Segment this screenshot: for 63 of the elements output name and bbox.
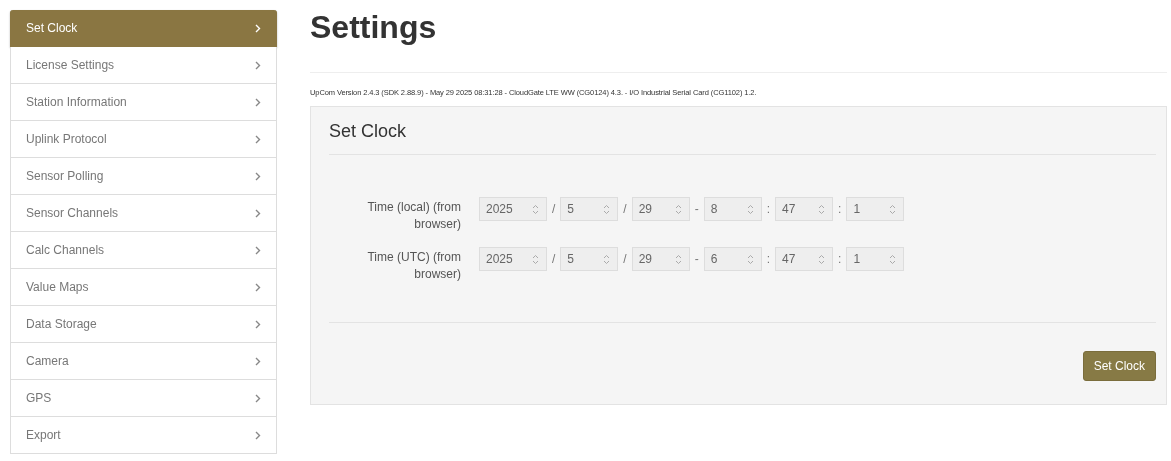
separator: :: [766, 252, 771, 266]
spinner-icon: [674, 204, 682, 215]
field-label: Time (UTC) (from browser): [366, 249, 461, 283]
chevron-right-icon: [255, 282, 261, 292]
page-title: Settings: [310, 10, 438, 47]
number-field[interactable]: 29: [631, 247, 690, 271]
number-field[interactable]: 2025: [479, 197, 547, 221]
chevron-right-icon: [255, 430, 261, 440]
separator: :: [838, 202, 842, 216]
chevron-right-icon: [255, 393, 261, 403]
separator: :: [766, 202, 771, 216]
spinner-icon: [818, 204, 826, 215]
spinner-icon: [603, 204, 611, 215]
chevron-right-icon: [255, 245, 261, 255]
number-field[interactable]: 1: [846, 247, 905, 271]
sidebar-item[interactable]: Sensor Channels: [10, 195, 277, 232]
chevron-right-icon: [255, 356, 261, 366]
sidebar-item[interactable]: Camera: [10, 343, 277, 380]
separator: /: [552, 202, 556, 216]
number-field[interactable]: 8: [703, 197, 762, 221]
sidebar-item[interactable]: Sensor Polling: [10, 158, 277, 195]
sidebar-item[interactable]: Set Clock: [10, 10, 277, 47]
sidebar-item[interactable]: Uplink Protocol: [10, 121, 277, 158]
number-field[interactable]: 47: [775, 247, 834, 271]
chevron-right-icon: [255, 134, 261, 144]
sidebar-item[interactable]: Data Storage: [10, 306, 277, 343]
spinner-icon: [889, 204, 897, 215]
separator: -: [694, 252, 699, 266]
spinner-icon: [889, 254, 897, 265]
separator: /: [623, 252, 627, 266]
set-clock-button[interactable]: Set Clock: [1082, 351, 1156, 381]
number-field[interactable]: 1: [846, 197, 905, 221]
number-field[interactable]: 5: [560, 247, 619, 271]
spinner-icon: [532, 204, 539, 215]
chevron-right-icon: [255, 23, 261, 33]
spinner-icon: [603, 254, 611, 265]
chevron-right-icon: [255, 97, 261, 107]
spinner-icon: [674, 254, 682, 265]
sidebar-item[interactable]: Station Information: [10, 84, 277, 121]
number-field[interactable]: 47: [775, 197, 834, 221]
separator: /: [552, 252, 556, 266]
field-label: Time (local) (from browser): [366, 199, 461, 233]
number-field[interactable]: 5: [560, 197, 619, 221]
panel-title: Set Clock: [329, 121, 1156, 155]
spinner-icon: [746, 204, 754, 215]
number-field[interactable]: 6: [703, 247, 762, 271]
separator: :: [838, 252, 842, 266]
sidebar-item[interactable]: Value Maps: [10, 269, 277, 306]
spinner-icon: [818, 254, 826, 265]
spinner-icon: [746, 254, 754, 265]
chevron-right-icon: [255, 60, 261, 70]
sidebar-item[interactable]: Export: [10, 417, 277, 454]
chevron-right-icon: [255, 171, 261, 181]
number-field[interactable]: 29: [631, 197, 690, 221]
separator: -: [694, 202, 699, 216]
separator: /: [623, 202, 627, 216]
number-field[interactable]: 2025: [479, 247, 547, 271]
spinner-icon: [532, 254, 539, 265]
chevron-right-icon: [255, 208, 261, 218]
chevron-right-icon: [255, 319, 261, 329]
sidebar-item[interactable]: Calc Channels: [10, 232, 277, 269]
sidebar-item[interactable]: GPS: [10, 380, 277, 417]
sidebar-item[interactable]: License Settings: [10, 47, 277, 84]
